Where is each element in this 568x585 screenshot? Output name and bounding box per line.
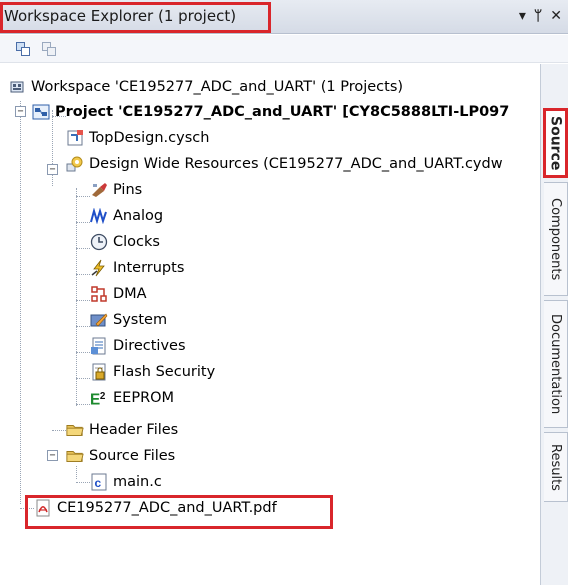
c-file-icon: c [90, 473, 108, 491]
tree-item-topdesign[interactable]: TopDesign.cysch [66, 125, 209, 151]
close-icon[interactable]: ✕ [550, 8, 562, 24]
schematic-icon [66, 129, 84, 147]
folder-icon [66, 421, 84, 439]
tree-item-dma[interactable]: DMA [90, 281, 147, 307]
tree-connector [76, 248, 90, 249]
dma-icon [90, 285, 108, 303]
tab-documentation[interactable]: Documentation [544, 300, 568, 428]
tree-connector [76, 352, 90, 353]
svg-text:E: E [90, 391, 100, 407]
tree-connector [76, 300, 90, 301]
workspace-label: Workspace 'CE195277_ADC_and_UART' (1 Pro… [31, 79, 404, 95]
tree-item-directives[interactable]: Directives [90, 333, 186, 359]
analog-wave-icon [90, 207, 108, 225]
tab-documentation-label: Documentation [548, 313, 563, 415]
collapse-dwr-toggle[interactable]: − [47, 164, 58, 175]
tree-item-project[interactable]: Project 'CE195277_ADC_and_UART' [CY8C588… [32, 99, 509, 125]
svg-text:c: c [95, 476, 102, 490]
tree-item-pins[interactable]: Pins [90, 177, 142, 203]
tree-connector [76, 222, 90, 223]
clock-icon [90, 233, 108, 251]
title-highlight-box [0, 2, 271, 33]
pdf-highlight-box [25, 495, 333, 529]
header-files-label: Header Files [89, 422, 179, 438]
tree-item-header-files[interactable]: Header Files [66, 417, 178, 443]
collapse-source-files-toggle[interactable]: − [47, 450, 58, 461]
tab-results-label: Results [548, 443, 563, 491]
collapse-project-toggle[interactable]: − [15, 106, 26, 117]
eeprom-label: EEPROM [113, 390, 175, 406]
tree-connector [76, 188, 77, 406]
dma-label: DMA [113, 286, 147, 302]
tree-connector [76, 196, 90, 197]
source-tab-highlight-box [543, 108, 568, 178]
source-files-label: Source Files [89, 448, 176, 464]
system-icon [90, 311, 108, 329]
project-icon [32, 103, 50, 121]
collapse-all-icon[interactable] [14, 40, 32, 58]
clocks-label: Clocks [113, 234, 160, 250]
pin-icon[interactable]: ᛘ [534, 8, 542, 24]
topdesign-label: TopDesign.cysch [89, 130, 210, 146]
tree-connector [20, 101, 21, 504]
tree-item-workspace[interactable]: Workspace 'CE195277_ADC_and_UART' (1 Pro… [8, 74, 403, 100]
flash-security-label: Flash Security [113, 364, 216, 380]
tab-components-label: Components [548, 197, 563, 281]
tree-connector [52, 430, 66, 431]
pins-label: Pins [113, 182, 143, 198]
tree-connector [76, 482, 90, 483]
eeprom-icon: E2 [90, 389, 108, 407]
tree-item-main-c[interactable]: c main.c [90, 469, 162, 495]
flash-security-icon [90, 363, 108, 381]
main-c-label: main.c [113, 474, 162, 490]
interrupts-label: Interrupts [113, 260, 185, 276]
tree-connector [76, 326, 90, 327]
svg-text:2: 2 [100, 391, 106, 402]
tab-components[interactable]: Components [544, 182, 568, 296]
interrupt-bolt-icon [90, 259, 108, 277]
expand-all-icon[interactable] [40, 40, 58, 58]
tree-connector [76, 274, 90, 275]
panel-controls: ▾ ᛘ ✕ [519, 8, 562, 24]
dwr-label: Design Wide Resources (CE195277_ADC_and_… [89, 156, 503, 172]
analog-label: Analog [113, 208, 164, 224]
explorer-toolbar [0, 35, 568, 63]
tree-item-clocks[interactable]: Clocks [90, 229, 160, 255]
directives-icon [90, 337, 108, 355]
tree-item-analog[interactable]: Analog [90, 203, 163, 229]
tree-item-design-wide-resources[interactable]: Design Wide Resources (CE195277_ADC_and_… [66, 151, 503, 177]
tree-item-eeprom[interactable]: E2 EEPROM [90, 385, 174, 411]
folder-icon [66, 447, 84, 465]
panel-title-bar: Workspace Explorer (1 project) ▾ ᛘ ✕ [0, 0, 568, 34]
tree-connector [76, 378, 90, 379]
system-label: System [113, 312, 168, 328]
pins-icon [90, 181, 108, 199]
tree-connector [76, 404, 90, 405]
tree-item-flash-security[interactable]: Flash Security [90, 359, 215, 385]
project-label: Project 'CE195277_ADC_and_UART' [CY8C588… [55, 104, 510, 120]
tab-results[interactable]: Results [544, 432, 568, 502]
directives-label: Directives [113, 338, 186, 354]
tree-item-interrupts[interactable]: Interrupts [90, 255, 184, 281]
tree-item-system[interactable]: System [90, 307, 167, 333]
dropdown-icon[interactable]: ▾ [519, 8, 526, 24]
workspace-icon [8, 78, 26, 96]
tree-item-source-files[interactable]: Source Files [66, 443, 175, 469]
dwr-icon [66, 155, 84, 173]
